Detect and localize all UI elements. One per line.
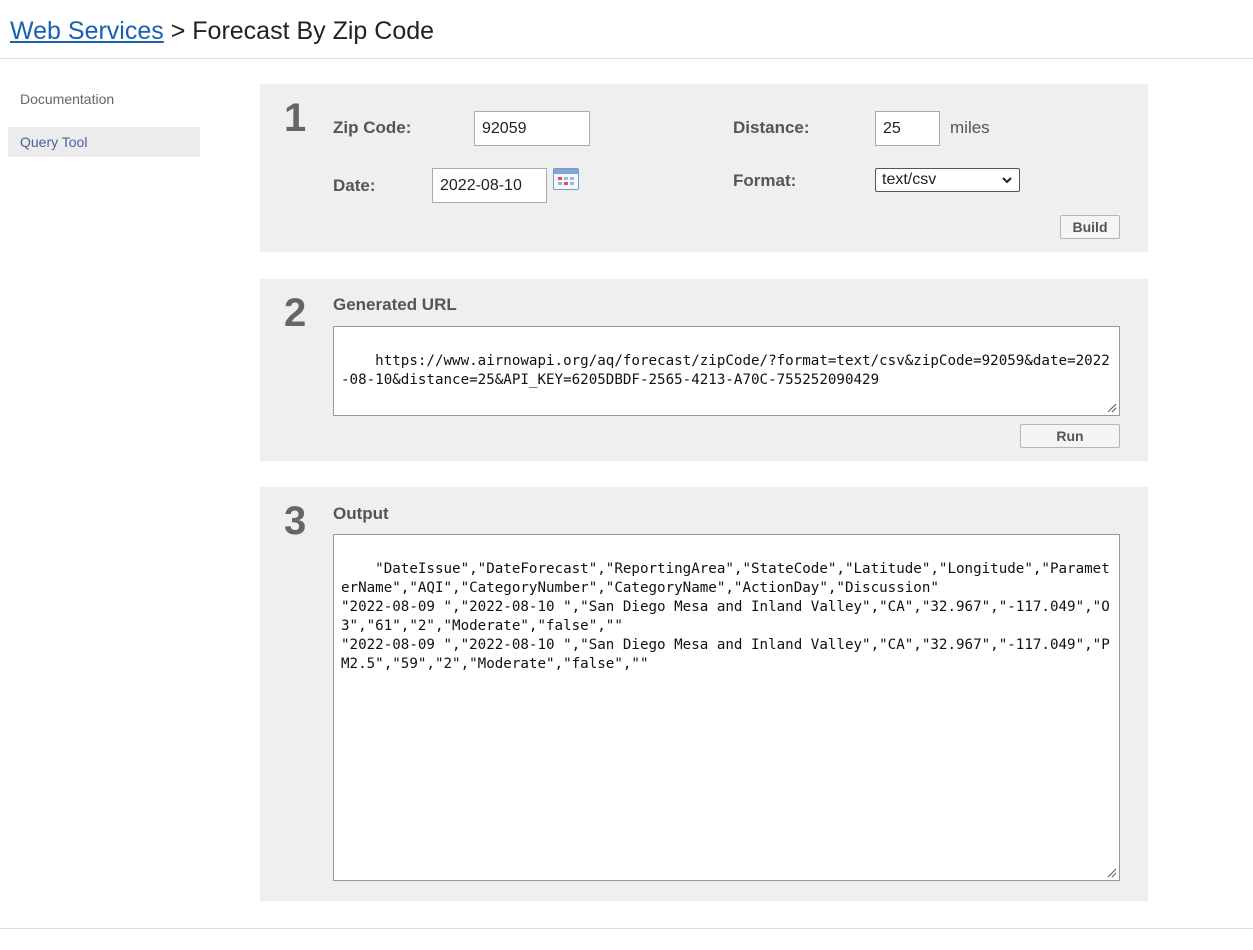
run-button[interactable]: Run	[1020, 424, 1120, 448]
sidebar-item-query-tool[interactable]: Query Tool	[8, 127, 200, 157]
breadcrumb-link-web-services[interactable]: Web Services	[10, 17, 164, 45]
calendar-icon[interactable]	[553, 168, 579, 190]
format-select[interactable]: text/csv	[875, 168, 1020, 192]
step-number: 1	[284, 96, 307, 140]
build-button[interactable]: Build	[1060, 215, 1120, 239]
distance-unit: miles	[950, 118, 990, 137]
zip-code-input[interactable]	[474, 111, 590, 146]
footer-divider	[0, 928, 1253, 929]
sidebar: Documentation Query Tool	[8, 84, 200, 170]
breadcrumb-separator: >	[163, 17, 193, 45]
sidebar-item-documentation[interactable]: Documentation	[8, 84, 200, 114]
date-label: Date:	[333, 176, 376, 195]
generated-url-title: Generated URL	[333, 295, 457, 314]
date-input[interactable]	[432, 168, 547, 203]
step1-panel: 1 Zip Code: Distance: miles Date: Format…	[260, 84, 1148, 252]
resize-grip-icon[interactable]	[1107, 868, 1117, 878]
step-number: 3	[284, 499, 307, 543]
zip-code-label: Zip Code:	[333, 118, 412, 137]
distance-input[interactable]	[875, 111, 940, 146]
distance-label: Distance:	[733, 118, 810, 137]
generated-url-textarea[interactable]: https://www.airnowapi.org/aq/forecast/zi…	[333, 326, 1120, 416]
output-text: "DateIssue","DateForecast","ReportingAre…	[341, 561, 1110, 672]
page-header: Web Services > Forecast By Zip Code	[0, 0, 1253, 59]
step-number: 2	[284, 291, 307, 335]
output-textarea[interactable]: "DateIssue","DateForecast","ReportingAre…	[333, 534, 1120, 881]
step3-panel: 3 Output "DateIssue","DateForecast","Rep…	[260, 487, 1148, 901]
format-label: Format:	[733, 171, 797, 190]
generated-url-text: https://www.airnowapi.org/aq/forecast/zi…	[341, 353, 1110, 388]
step2-panel: 2 Generated URL https://www.airnowapi.or…	[260, 279, 1148, 461]
format-select-value: text/csv	[882, 171, 937, 188]
resize-grip-icon[interactable]	[1107, 403, 1117, 413]
breadcrumb: Web Services > Forecast By Zip Code	[10, 17, 434, 46]
page-title: Forecast By Zip Code	[192, 17, 435, 45]
output-title: Output	[333, 504, 389, 523]
chevron-down-icon	[1002, 177, 1012, 184]
